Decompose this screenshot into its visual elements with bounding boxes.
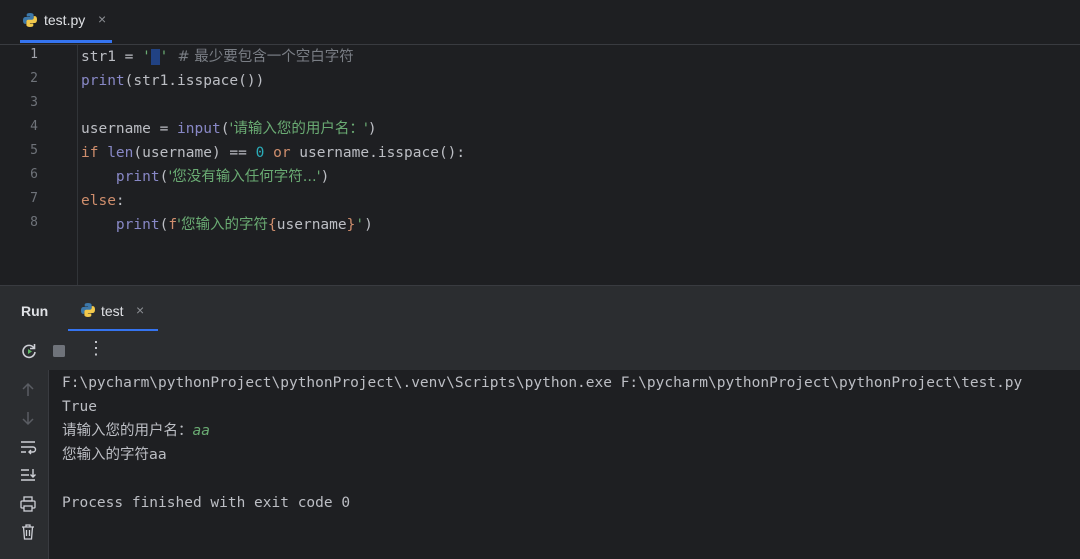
code-keyword: else [81, 193, 116, 209]
run-tab-label: test [101, 303, 124, 319]
console-output-line: True [62, 399, 97, 415]
code-token: ( [159, 169, 169, 185]
close-icon[interactable]: × [98, 11, 106, 27]
code-token: ( [159, 217, 169, 233]
console-user-input: aa [192, 423, 210, 439]
run-tool-window-header: Run test × [0, 285, 1080, 332]
rerun-icon[interactable] [19, 341, 39, 361]
line-number: 7 [30, 191, 38, 206]
line-number: 5 [30, 143, 38, 158]
editor-tab-label: test.py [44, 12, 86, 28]
code-line-7: else: [81, 189, 125, 213]
code-string: '您没有输入任何字符...' [168, 169, 321, 185]
run-tab-test[interactable]: test × [68, 286, 158, 332]
arrow-down-icon[interactable] [18, 408, 38, 428]
code-token: ' [142, 49, 151, 65]
console-side-toolbar [0, 370, 49, 559]
line-number: 6 [30, 167, 38, 182]
code-token: ) [367, 121, 377, 137]
code-token: { [268, 217, 277, 233]
code-editor[interactable]: 1 2 3 4 5 6 7 8 str1 = ' ' # 最少要包含一个空白字符… [0, 45, 1080, 285]
code-token: ) [320, 169, 330, 185]
code-token: username = [81, 121, 178, 137]
editor-tab-bar: test.py × [0, 0, 1080, 45]
console-command-line: F:\pycharm\pythonProject\pythonProject\.… [62, 375, 1023, 391]
code-line-8: print(f'您输入的字符{username}') [81, 213, 373, 237]
run-panel-title: Run [21, 303, 49, 319]
line-number-gutter: 1 2 3 4 5 6 7 8 [0, 45, 77, 285]
more-options-icon[interactable]: ⋮ [86, 338, 106, 358]
code-token: print [115, 169, 160, 185]
line-number: 3 [30, 95, 38, 110]
line-number: 2 [30, 71, 38, 86]
print-icon[interactable] [18, 494, 38, 514]
code-token: input [177, 121, 221, 137]
code-string: ' [355, 217, 365, 233]
code-token: username [276, 217, 347, 233]
editor-tab-test-py[interactable]: test.py × [12, 0, 122, 43]
code-line-4: username = input('请输入您的用户名：') [81, 117, 377, 141]
code-string: '请输入您的用户名：' [229, 121, 368, 137]
python-file-icon [23, 13, 37, 27]
code-keyword: or [264, 145, 300, 161]
code-token: ) [364, 217, 373, 233]
code-token: : [115, 193, 125, 209]
line-number: 4 [30, 119, 38, 134]
selected-space [150, 49, 160, 65]
code-keyword: if [81, 145, 108, 161]
soft-wrap-icon[interactable] [18, 437, 38, 457]
console-output-line: 您输入的字符aa [62, 447, 167, 463]
code-token: (username) == [133, 145, 256, 161]
code-line-5: if len(username) == 0 or username.isspac… [81, 141, 465, 165]
scroll-to-end-icon[interactable] [18, 465, 38, 485]
code-token: len [107, 145, 134, 161]
code-line-6: print('您没有输入任何字符...') [81, 165, 329, 189]
code-token: print [81, 73, 125, 89]
run-toolbar: ⋮ [0, 331, 1080, 371]
console-input-line: 请输入您的用户名：aa [62, 419, 210, 443]
trash-icon[interactable] [18, 522, 38, 542]
console-output[interactable]: F:\pycharm\pythonProject\pythonProject\.… [49, 370, 1080, 559]
stop-icon[interactable] [49, 341, 69, 361]
line-number: 1 [30, 47, 38, 62]
code-comment: # 最少要包含一个空白字符 [168, 49, 354, 65]
code-token: str1 = [81, 49, 143, 65]
python-run-icon [81, 303, 95, 317]
code-fstring-prefix: f [168, 217, 178, 233]
arrow-up-icon[interactable] [18, 380, 38, 400]
code-string: '您输入的字符 [177, 217, 269, 233]
gutter-divider [77, 45, 78, 285]
console-prompt: 请输入您的用户名： [62, 423, 193, 439]
active-tab-indicator [20, 40, 112, 43]
code-token: print [115, 217, 160, 233]
console-exit-message: Process finished with exit code 0 [62, 495, 351, 511]
code-line-2: print(str1.isspace()) [81, 69, 264, 93]
code-line-1: str1 = ' ' # 最少要包含一个空白字符 [81, 45, 354, 69]
line-number: 8 [30, 215, 38, 230]
code-token: ' [159, 49, 169, 65]
code-token: (str1.isspace()) [124, 73, 265, 89]
close-icon[interactable]: × [136, 302, 144, 318]
code-token: username.isspace(): [299, 145, 466, 161]
